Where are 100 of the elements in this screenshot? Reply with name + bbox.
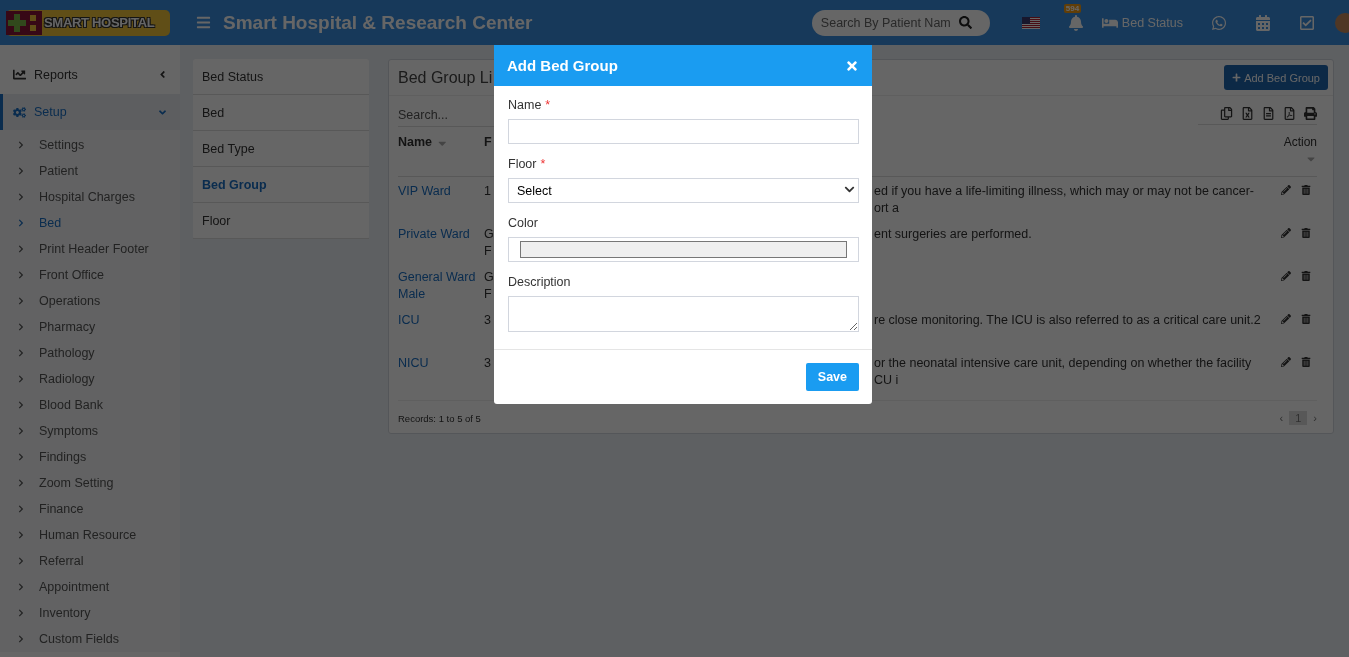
sidebar-item[interactable]: Radiology bbox=[0, 366, 180, 392]
table-cell: 1 bbox=[484, 183, 491, 200]
sidebar-item[interactable]: Inventory bbox=[0, 600, 180, 626]
submenu-item[interactable]: Floor bbox=[193, 203, 369, 239]
required-mark: * bbox=[540, 157, 546, 171]
table-cell: G F bbox=[484, 269, 494, 303]
save-button[interactable]: Save bbox=[805, 363, 859, 391]
chevron-right-icon bbox=[17, 401, 25, 409]
sidebar-item[interactable]: Hospital Charges bbox=[0, 184, 180, 210]
edit-icon[interactable] bbox=[1281, 314, 1291, 324]
chevron-right-icon bbox=[17, 375, 25, 383]
chevron-right-icon bbox=[17, 427, 25, 435]
delete-icon[interactable] bbox=[1301, 357, 1311, 367]
patient-search-field[interactable]: Search By Patient Nam bbox=[811, 9, 990, 36]
delete-icon[interactable] bbox=[1301, 271, 1311, 281]
table-cell[interactable]: General Ward Male bbox=[398, 269, 484, 303]
whatsapp-icon[interactable] bbox=[1211, 14, 1227, 31]
chevron-right-icon bbox=[17, 297, 25, 305]
app-title: Smart Hospital & Research Center bbox=[223, 11, 533, 34]
prev-page[interactable]: ‹ bbox=[1279, 412, 1284, 424]
logo-text: SMART HOSPITAL bbox=[44, 15, 155, 30]
chevron-right-icon bbox=[17, 609, 25, 617]
close-icon[interactable] bbox=[845, 58, 859, 73]
chevron-right-icon bbox=[17, 505, 25, 513]
chevron-right-icon bbox=[17, 349, 25, 357]
search-icon bbox=[958, 16, 972, 29]
chevron-right-icon bbox=[17, 557, 25, 565]
sidebar-item[interactable]: Front Office bbox=[0, 262, 180, 288]
sidebar-item[interactable]: Referral bbox=[0, 548, 180, 574]
edit-icon[interactable] bbox=[1281, 357, 1291, 367]
table-cell: G F bbox=[484, 226, 494, 260]
plus-icon bbox=[1232, 73, 1242, 82]
sidebar-item[interactable]: Bed bbox=[0, 210, 180, 236]
chevron-right-icon bbox=[17, 271, 25, 279]
table-cell: re close monitoring. The ICU is also referred to as a critical care unit.2 bbox=[874, 313, 1261, 327]
sidebar-item[interactable]: Symptoms bbox=[0, 418, 180, 444]
edit-icon[interactable] bbox=[1281, 228, 1291, 238]
chevron-right-icon bbox=[17, 245, 25, 253]
table-cell[interactable]: VIP Ward bbox=[398, 183, 484, 200]
copy-icon[interactable] bbox=[1220, 106, 1233, 120]
bed-status-link[interactable]: Bed Status bbox=[1101, 14, 1183, 31]
sidebar-item[interactable]: Pathology bbox=[0, 340, 180, 366]
add-bed-group-button[interactable]: Add Bed Group bbox=[1224, 65, 1328, 90]
submenu-item[interactable]: Bed bbox=[193, 95, 369, 131]
color-field[interactable] bbox=[508, 237, 859, 262]
card-title: Bed Group Li bbox=[398, 68, 493, 87]
chevron-right-icon bbox=[17, 635, 25, 643]
table-cell[interactable]: ICU bbox=[398, 312, 484, 329]
table-cell[interactable]: Private Ward bbox=[398, 226, 484, 243]
required-mark: * bbox=[545, 98, 551, 112]
flag-icon[interactable] bbox=[1021, 16, 1040, 29]
sidebar-item[interactable]: Operations bbox=[0, 288, 180, 314]
field-label: Color bbox=[508, 216, 538, 230]
print-icon[interactable] bbox=[1304, 106, 1317, 120]
sidebar-item[interactable]: Blood Bank bbox=[0, 392, 180, 418]
sidebar-item[interactable]: Finance bbox=[0, 496, 180, 522]
edit-icon[interactable] bbox=[1281, 185, 1291, 195]
chevron-right-icon bbox=[17, 453, 25, 461]
chevron-right-icon bbox=[17, 193, 25, 201]
bell-icon[interactable] bbox=[1067, 14, 1084, 31]
table-cell: ed if you have a life-limiting illness, which may or may not be cancer- ort a bbox=[874, 184, 1255, 215]
checklist-icon[interactable] bbox=[1299, 14, 1315, 31]
field-label: Description bbox=[508, 275, 571, 289]
sidebar-item[interactable]: Custom Fields bbox=[0, 626, 180, 652]
chevron-down-icon bbox=[844, 184, 855, 195]
table-cell[interactable]: NICU bbox=[398, 355, 484, 372]
sidebar-item[interactable]: Print Header Footer bbox=[0, 236, 180, 262]
name-input[interactable] bbox=[508, 119, 859, 144]
sidebar-section[interactable]: Setup bbox=[0, 94, 180, 130]
floor-select[interactable]: Select bbox=[508, 178, 859, 203]
column-header[interactable]: F bbox=[484, 135, 492, 149]
submenu-item[interactable]: Bed Group bbox=[193, 167, 369, 203]
next-page[interactable]: › bbox=[1313, 412, 1317, 424]
sidebar-item[interactable]: Human Resource bbox=[0, 522, 180, 548]
sidebar-item[interactable]: Pharmacy bbox=[0, 314, 180, 340]
delete-icon[interactable] bbox=[1301, 228, 1311, 238]
modal-title: Add Bed Group bbox=[507, 57, 618, 74]
csv-icon[interactable] bbox=[1262, 106, 1275, 120]
chevron-right-icon bbox=[17, 167, 25, 175]
pdf-icon[interactable] bbox=[1283, 106, 1296, 120]
calendar-icon[interactable] bbox=[1255, 14, 1271, 31]
submenu-item[interactable]: Bed Type bbox=[193, 131, 369, 167]
sidebar-item[interactable]: Patient bbox=[0, 158, 180, 184]
sidebar-item[interactable]: Settings bbox=[0, 132, 180, 158]
excel-icon[interactable] bbox=[1241, 106, 1254, 120]
column-header[interactable]: Name bbox=[398, 135, 433, 149]
sidebar-item[interactable]: Zoom Setting bbox=[0, 470, 180, 496]
column-header[interactable]: Action bbox=[1283, 135, 1317, 149]
delete-icon[interactable] bbox=[1301, 314, 1311, 324]
sidebar-item[interactable]: Appointment bbox=[0, 574, 180, 600]
edit-icon[interactable] bbox=[1281, 271, 1291, 281]
table-cell: 3 bbox=[484, 355, 491, 372]
field-label: Name bbox=[508, 98, 542, 112]
menu-icon[interactable] bbox=[196, 15, 211, 30]
chevron-right-icon bbox=[17, 479, 25, 487]
chevron-right-icon bbox=[17, 219, 25, 227]
sidebar-item[interactable]: Findings bbox=[0, 444, 180, 470]
delete-icon[interactable] bbox=[1301, 185, 1311, 195]
chart-icon bbox=[13, 68, 26, 81]
submenu-item[interactable]: Bed Status bbox=[193, 59, 369, 95]
